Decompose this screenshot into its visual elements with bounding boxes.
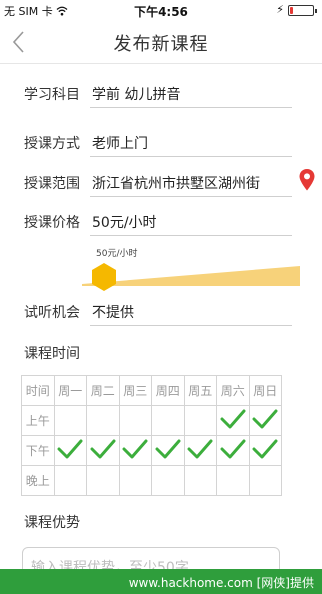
checkmark-icon bbox=[122, 439, 148, 459]
schedule-title: 课程时间 bbox=[24, 346, 80, 362]
schedule-grid: 时间 周一 周二 周三 周四 周五 周六 周日 上午 下午 晚上 bbox=[21, 375, 282, 496]
time-slot[interactable] bbox=[53, 405, 87, 436]
watermark-banner: www.hackhome.com [网侠]提供 bbox=[0, 569, 322, 594]
location-pin-icon[interactable] bbox=[298, 168, 316, 192]
schedule-row-evening: 晚上 bbox=[21, 465, 282, 496]
price-value[interactable]: 50元/小时 bbox=[92, 212, 157, 232]
time-slot[interactable] bbox=[248, 405, 282, 436]
time-slot[interactable] bbox=[53, 435, 87, 466]
trial-row[interactable]: 试听机会 不提供 bbox=[24, 296, 292, 326]
slider-value-label: 50元/小时 bbox=[96, 249, 138, 259]
time-slot[interactable] bbox=[151, 465, 185, 496]
battery-level bbox=[290, 7, 293, 14]
charging-icon: ⚡ bbox=[276, 3, 284, 16]
area-label: 授课范围 bbox=[24, 176, 80, 192]
time-slot[interactable] bbox=[183, 465, 217, 496]
header-cell: 周二 bbox=[86, 375, 120, 406]
period-label: 晚上 bbox=[21, 465, 55, 496]
area-value[interactable]: 浙江省杭州市拱墅区湖州街 bbox=[92, 173, 260, 193]
header-cell: 周五 bbox=[183, 375, 217, 406]
time-slot[interactable] bbox=[53, 465, 87, 496]
time-slot[interactable] bbox=[216, 465, 250, 496]
header-cell: 周日 bbox=[248, 375, 282, 406]
mode-underline bbox=[90, 156, 292, 157]
schedule-row-morning: 上午 bbox=[21, 405, 282, 436]
area-underline bbox=[90, 196, 292, 197]
price-row[interactable]: 授课价格 50元/小时 bbox=[24, 206, 292, 236]
checkmark-icon bbox=[220, 409, 246, 429]
time-slot[interactable] bbox=[86, 405, 120, 436]
status-bar: 无 SIM 卡 下午4:56 ⚡ bbox=[0, 0, 322, 20]
subject-underline bbox=[90, 107, 292, 108]
time-slot[interactable] bbox=[248, 465, 282, 496]
subject-value[interactable]: 学前 幼儿拼音 bbox=[92, 84, 180, 104]
price-label: 授课价格 bbox=[24, 215, 80, 231]
period-label: 上午 bbox=[21, 405, 55, 436]
checkmark-icon bbox=[252, 409, 278, 429]
header-cell: 周三 bbox=[118, 375, 152, 406]
trial-value[interactable]: 不提供 bbox=[92, 302, 134, 322]
checkmark-icon bbox=[155, 439, 181, 459]
mode-value[interactable]: 老师上门 bbox=[92, 133, 148, 153]
checkmark-icon bbox=[220, 439, 246, 459]
subject-label: 学习科目 bbox=[24, 87, 80, 103]
time-slot[interactable] bbox=[183, 405, 217, 436]
time-slot[interactable] bbox=[183, 435, 217, 466]
time-slot[interactable] bbox=[86, 465, 120, 496]
schedule-header-row: 时间 周一 周二 周三 周四 周五 周六 周日 bbox=[21, 375, 282, 406]
nav-bar: 发布新课程 bbox=[0, 20, 322, 64]
time-slot[interactable] bbox=[118, 465, 152, 496]
checkmark-icon bbox=[252, 439, 278, 459]
period-label: 下午 bbox=[21, 435, 55, 466]
subject-row[interactable]: 学习科目 学前 幼儿拼音 bbox=[24, 78, 292, 108]
checkmark-icon bbox=[187, 439, 213, 459]
trial-underline bbox=[90, 325, 292, 326]
slider-thumb[interactable] bbox=[91, 262, 117, 292]
header-cell: 周一 bbox=[53, 375, 87, 406]
time-slot[interactable] bbox=[216, 435, 250, 466]
advantage-title: 课程优势 bbox=[24, 515, 80, 531]
price-underline bbox=[90, 235, 292, 236]
header-cell: 周四 bbox=[151, 375, 185, 406]
mode-row[interactable]: 授课方式 老师上门 bbox=[24, 127, 292, 157]
area-row[interactable]: 授课范围 浙江省杭州市拱墅区湖州街 bbox=[24, 167, 292, 197]
status-time: 下午4:56 bbox=[134, 5, 188, 19]
time-slot[interactable] bbox=[248, 435, 282, 466]
time-slot[interactable] bbox=[151, 405, 185, 436]
time-slot[interactable] bbox=[86, 435, 120, 466]
header-cell: 时间 bbox=[21, 375, 55, 406]
checkmark-icon bbox=[57, 439, 83, 459]
time-slot[interactable] bbox=[118, 405, 152, 436]
time-slot[interactable] bbox=[151, 435, 185, 466]
time-slot[interactable] bbox=[118, 435, 152, 466]
battery-icon bbox=[288, 5, 317, 16]
time-slot[interactable] bbox=[216, 405, 250, 436]
schedule-row-afternoon: 下午 bbox=[21, 435, 282, 466]
checkmark-icon bbox=[90, 439, 116, 459]
page-title: 发布新课程 bbox=[113, 34, 209, 55]
trial-label: 试听机会 bbox=[24, 305, 80, 321]
mode-label: 授课方式 bbox=[24, 136, 80, 152]
header-cell: 周六 bbox=[216, 375, 250, 406]
